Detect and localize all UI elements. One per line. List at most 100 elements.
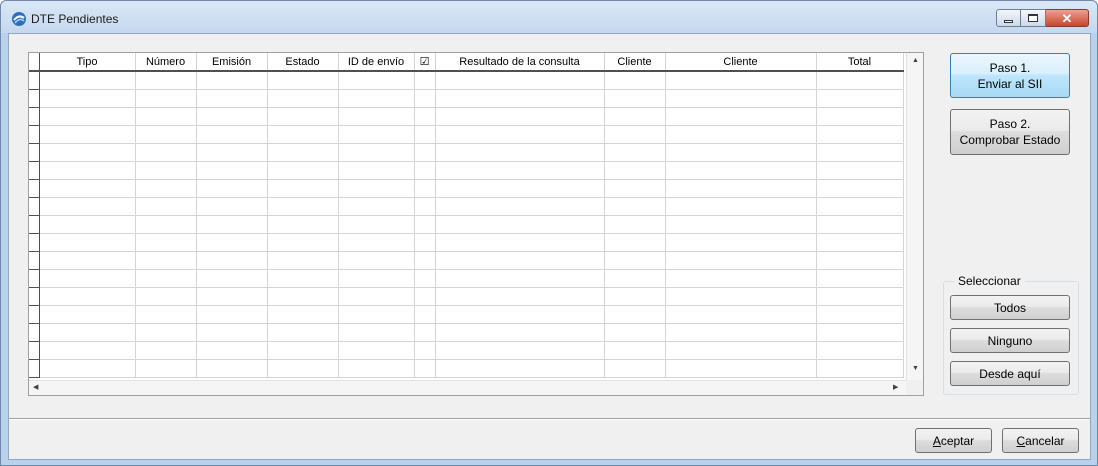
table-cell[interactable] <box>338 287 415 306</box>
table-cell[interactable] <box>267 161 339 180</box>
table-cell[interactable] <box>338 107 415 126</box>
table-cell[interactable] <box>414 161 436 180</box>
table-cell[interactable] <box>435 233 605 252</box>
table-cell[interactable] <box>665 197 817 216</box>
table-cell[interactable] <box>135 359 197 378</box>
row-header[interactable] <box>29 359 40 378</box>
table-cell[interactable] <box>435 143 605 162</box>
table-cell[interactable] <box>196 233 268 252</box>
table-row[interactable] <box>29 305 904 324</box>
table-cell[interactable] <box>435 107 605 126</box>
table-cell[interactable] <box>135 341 197 360</box>
table-cell[interactable] <box>196 215 268 234</box>
table-cell[interactable] <box>665 143 817 162</box>
table-cell[interactable] <box>267 323 339 342</box>
table-cell[interactable] <box>604 197 666 216</box>
table-cell[interactable] <box>135 197 197 216</box>
table-cell[interactable] <box>39 71 136 90</box>
maximize-button[interactable] <box>1021 9 1046 27</box>
table-row[interactable] <box>29 215 904 234</box>
table-cell[interactable] <box>196 125 268 144</box>
table-cell[interactable] <box>665 71 817 90</box>
table-cell[interactable] <box>267 215 339 234</box>
table-cell[interactable] <box>435 251 605 270</box>
table-cell[interactable] <box>665 341 817 360</box>
table-cell[interactable] <box>604 107 666 126</box>
table-cell[interactable] <box>135 269 197 288</box>
table-cell[interactable] <box>665 305 817 324</box>
table-cell[interactable] <box>604 71 666 90</box>
table-cell[interactable] <box>39 161 136 180</box>
table-cell[interactable] <box>604 287 666 306</box>
table-cell[interactable] <box>338 233 415 252</box>
row-header[interactable] <box>29 233 40 252</box>
table-cell[interactable] <box>816 179 904 198</box>
table-cell[interactable] <box>816 89 904 108</box>
table-cell[interactable] <box>39 251 136 270</box>
table-cell[interactable] <box>816 143 904 162</box>
table-cell[interactable] <box>414 251 436 270</box>
table-cell[interactable] <box>414 269 436 288</box>
table-cell[interactable] <box>196 323 268 342</box>
table-cell[interactable] <box>135 107 197 126</box>
table-cell[interactable] <box>135 179 197 198</box>
table-cell[interactable] <box>665 233 817 252</box>
table-cell[interactable] <box>435 341 605 360</box>
table-cell[interactable] <box>665 107 817 126</box>
select-all-button[interactable]: Todos <box>950 295 1070 320</box>
table-cell[interactable] <box>196 71 268 90</box>
table-cell[interactable] <box>196 107 268 126</box>
table-row[interactable] <box>29 251 904 270</box>
column-header[interactable]: Cliente <box>665 53 817 72</box>
table-cell[interactable] <box>414 71 436 90</box>
table-cell[interactable] <box>267 179 339 198</box>
table-cell[interactable] <box>665 269 817 288</box>
column-header[interactable]: Emisión <box>196 53 268 72</box>
table-cell[interactable] <box>267 233 339 252</box>
table-row[interactable] <box>29 323 904 342</box>
table-cell[interactable] <box>196 89 268 108</box>
table-cell[interactable] <box>604 269 666 288</box>
row-header[interactable] <box>29 197 40 216</box>
table-cell[interactable] <box>39 287 136 306</box>
table-cell[interactable] <box>135 89 197 108</box>
row-header[interactable] <box>29 161 40 180</box>
table-cell[interactable] <box>267 341 339 360</box>
table-cell[interactable] <box>338 89 415 108</box>
scroll-left-icon[interactable]: ◀ <box>33 384 38 391</box>
table-cell[interactable] <box>435 215 605 234</box>
table-cell[interactable] <box>39 341 136 360</box>
table-cell[interactable] <box>414 359 436 378</box>
table-cell[interactable] <box>338 341 415 360</box>
table-cell[interactable] <box>196 161 268 180</box>
title-bar[interactable]: DTE Pendientes ✕ <box>1 1 1097 33</box>
select-from-here-button[interactable]: Desde aquí <box>950 361 1070 386</box>
table-cell[interactable] <box>816 197 904 216</box>
table-cell[interactable] <box>135 323 197 342</box>
table-cell[interactable] <box>816 233 904 252</box>
table-cell[interactable] <box>414 179 436 198</box>
table-cell[interactable] <box>414 305 436 324</box>
vertical-scrollbar[interactable]: ▲ ▼ <box>906 53 923 381</box>
accept-button[interactable]: Aceptar <box>915 428 992 453</box>
table-cell[interactable] <box>135 233 197 252</box>
table-cell[interactable] <box>135 71 197 90</box>
table-row[interactable] <box>29 107 904 126</box>
table-row[interactable] <box>29 161 904 180</box>
table-cell[interactable] <box>414 107 436 126</box>
close-button[interactable]: ✕ <box>1046 9 1089 27</box>
table-cell[interactable] <box>414 215 436 234</box>
table-cell[interactable] <box>665 251 817 270</box>
table-cell[interactable] <box>39 125 136 144</box>
table-cell[interactable] <box>665 161 817 180</box>
horizontal-scrollbar[interactable]: ◀ ▶ <box>29 380 907 395</box>
row-header[interactable] <box>29 341 40 360</box>
table-cell[interactable] <box>665 125 817 144</box>
table-cell[interactable] <box>267 197 339 216</box>
table-cell[interactable] <box>267 89 339 108</box>
table-cell[interactable] <box>604 305 666 324</box>
table-cell[interactable] <box>816 251 904 270</box>
table-cell[interactable] <box>816 215 904 234</box>
table-cell[interactable] <box>338 305 415 324</box>
table-cell[interactable] <box>267 269 339 288</box>
